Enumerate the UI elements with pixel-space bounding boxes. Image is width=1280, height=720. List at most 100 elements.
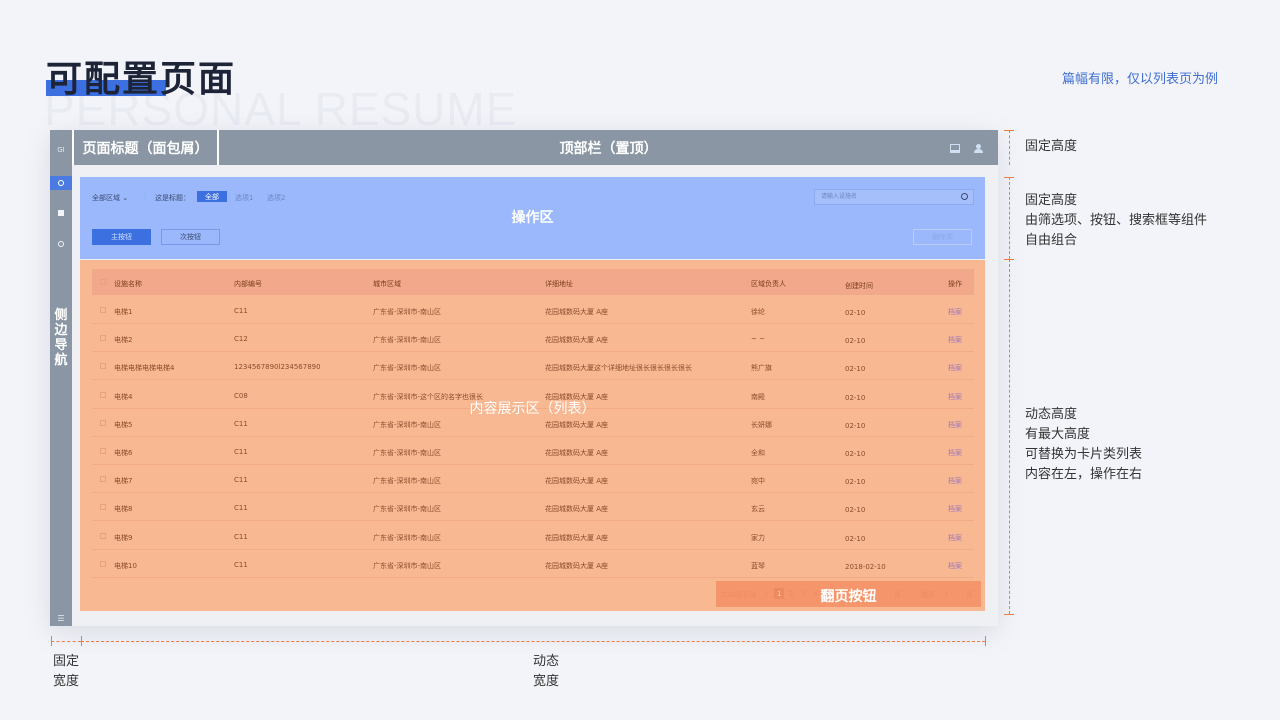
logo: GI: [57, 146, 65, 154]
table-row: 电梯2 C12 广东省-深圳市-南山区 花园城数码大厦 A座 ~ ~ 02-10 档案: [92, 324, 974, 353]
row-archive-link[interactable]: 档案: [948, 561, 962, 571]
table-cell: 电梯2: [114, 336, 133, 345]
column-header: 详细地址: [545, 280, 573, 288]
side-navigation: GI 侧边导航 ☰: [50, 130, 72, 626]
table-cell: 徐纶: [751, 308, 765, 316]
row-archive-link[interactable]: 档案: [948, 476, 962, 486]
table-cell: 广东省-深圳市-南山区: [373, 308, 442, 316]
row-archive-link[interactable]: 档案: [948, 307, 962, 317]
table-cell: 花园城数码大厦 A座: [545, 505, 609, 514]
table-cell: 熊广旗: [751, 364, 772, 373]
table-cell: 广东省-深圳市-南山区: [373, 449, 442, 457]
dimension-line-list: [1009, 259, 1010, 614]
row-checkbox[interactable]: [100, 419, 106, 426]
row-checkbox[interactable]: [100, 363, 106, 370]
top-note: 篇幅有限，仅以列表页为例: [1062, 72, 1219, 87]
row-archive-link[interactable]: 档案: [948, 335, 962, 345]
table-row: 电梯1 C11 广东省-深圳市-南山区 花园城数码大厦 A座 徐纶 02-10 档案: [92, 296, 974, 324]
table-cell: 02-10: [845, 421, 866, 430]
dimension-line-sidenav: [51, 641, 81, 642]
table-cell: 02-10: [845, 534, 866, 543]
table-row: 电梯10 C11 广东省-深圳市-南山区 花园城数码大厦 A座 蓝琴 2018-02-10…: [92, 550, 974, 578]
table-row: 电梯8 C11 广东省-深圳市-南山区 花园城数码大厦 A座 玄云 02-10 档案: [92, 493, 974, 522]
table-cell: C11: [234, 419, 248, 428]
user-icon[interactable]: [973, 144, 983, 153]
table-cell: 广东省-深圳市-南山区: [373, 561, 442, 570]
table-cell: 02-10: [845, 506, 866, 515]
filter-option-1[interactable]: 选项1: [235, 193, 253, 203]
filter-option-2[interactable]: 选项2: [267, 193, 285, 203]
table-cell: 电梯5: [114, 420, 133, 429]
search-input[interactable]: 请输入设施名: [814, 189, 974, 205]
select-all-checkbox[interactable]: [100, 279, 106, 285]
row-archive-link[interactable]: 档案: [948, 420, 962, 430]
filter-label: 这是标题：: [155, 194, 190, 202]
table-cell: 广东省-深圳市-南山区: [373, 364, 442, 373]
table-cell: 02-10: [845, 337, 866, 346]
pagination: 共20条记录 ‹ 1 2 3 4 5 页 跳至 1 页 翻页按钮: [716, 581, 981, 607]
row-checkbox[interactable]: [100, 560, 106, 567]
note-fixed-width: 固定 宽度: [53, 654, 80, 689]
table-cell: 广东省-深圳市-南山区: [373, 336, 442, 345]
table-cell: 02-10: [845, 450, 866, 458]
table-cell: 2018-02-10: [845, 562, 886, 571]
area-filter-dropdown[interactable]: 全部区域 ⌄: [92, 193, 128, 203]
row-archive-link[interactable]: 档案: [948, 504, 962, 514]
primary-button[interactable]: 主按钮: [92, 229, 151, 245]
table-cell: 电梯9: [114, 533, 133, 542]
search-icon[interactable]: [961, 193, 968, 200]
table-cell: C11: [234, 560, 248, 569]
table-cell: ~ ~: [751, 335, 765, 344]
row-archive-link[interactable]: 档案: [948, 363, 962, 373]
settings-icon: [58, 241, 64, 247]
top-bar: 顶部栏（置顶）: [219, 130, 998, 165]
secondary-button[interactable]: 次按钮: [161, 229, 220, 245]
table-cell: 全和: [751, 449, 765, 457]
table-cell: 电梯7: [114, 477, 133, 486]
column-header: 创建时间: [845, 282, 873, 290]
row-checkbox[interactable]: [100, 335, 106, 342]
table-cell: 广东省-深圳市-南山区: [373, 477, 442, 486]
table-cell: C11: [234, 504, 248, 513]
delete-button[interactable]: 删除类: [913, 229, 972, 245]
row-checkbox[interactable]: [100, 504, 106, 511]
table-cell: C12: [234, 335, 248, 344]
row-checkbox[interactable]: [100, 391, 106, 398]
table-cell: 宛中: [751, 477, 765, 486]
table-cell: 花园城数码大厦 A座: [545, 420, 609, 429]
table-cell: 广东省-深圳市-南山区: [373, 533, 442, 542]
table-cell: 广东省-深圳市-南山区: [373, 420, 442, 429]
menu-icon[interactable]: ☰: [50, 614, 72, 623]
table-row: 电梯9 C11 广东省-深圳市-南山区 花园城数码大厦 A座 家力 02-10 档案: [92, 522, 974, 550]
row-checkbox[interactable]: [100, 476, 106, 483]
list-display-area: 设施名称 内部编号 城市区域 详细地址 区域负责人 创建时间 操作 电梯1 C11…: [80, 260, 985, 611]
filter-divider: |: [144, 191, 147, 199]
table-row: 电梯6 C11 广东省-深圳市-南山区 花园城数码大厦 A座 全和 02-10 档案: [92, 437, 974, 465]
dimension-tick: [1004, 614, 1014, 615]
dimension-line-topbar: [1009, 130, 1010, 165]
table-cell: 电梯8: [114, 505, 133, 514]
row-checkbox[interactable]: [100, 448, 106, 454]
side-navigation-label: 侧边导航: [54, 308, 68, 368]
monitor-icon[interactable]: [950, 144, 960, 153]
table-cell: 电梯6: [114, 449, 133, 457]
table-cell: 花园城数码大厦 A座: [545, 561, 609, 570]
table-cell: C11: [234, 532, 248, 541]
table-cell: C11: [234, 307, 248, 315]
operation-area-label: 操作区: [511, 210, 554, 226]
table-cell: 花园城数码大厦 A座: [545, 449, 609, 457]
row-archive-link[interactable]: 档案: [948, 533, 962, 543]
row-checkbox[interactable]: [100, 307, 106, 313]
row-checkbox[interactable]: [100, 532, 106, 539]
filter-option-all[interactable]: 全部: [197, 191, 227, 202]
breadcrumb: 页面标题（面包屑）: [74, 130, 217, 165]
dimension-line-ops: [1009, 177, 1010, 259]
nav-item-search[interactable]: [50, 176, 72, 190]
table-cell: 花园城数码大厦 A座: [545, 477, 609, 486]
row-archive-link[interactable]: 档案: [948, 448, 962, 458]
table-cell: 玄云: [751, 505, 765, 514]
search-icon: [58, 180, 64, 186]
nav-item-document[interactable]: [50, 206, 72, 220]
nav-item-settings[interactable]: [50, 237, 72, 251]
table-cell: 02-10: [845, 365, 866, 374]
